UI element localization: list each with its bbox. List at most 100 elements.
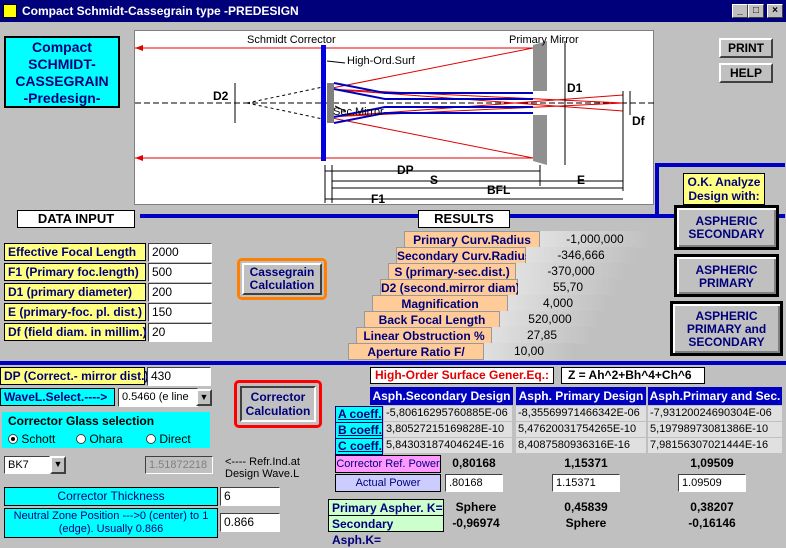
glass-dropdown-arrow-icon[interactable]: ▼ [50,456,66,474]
col-header-secondary: Asph.Secondary Design [370,387,513,405]
sec-coef-a: -5,80616295760885E-06 [384,406,512,421]
k-label-primary: Primary Aspher. K= [328,499,444,516]
corrector-calc-button[interactable]: Corrector Calculation [240,386,316,422]
coef-label-b: B coeff. [335,422,383,439]
result-value-5: 520,000 [500,311,600,328]
bfl-label: BFL [487,183,511,197]
app-icon [3,4,17,18]
thickness-label: Corrector Thickness [4,487,218,506]
cassegrain-calc-line2: Calculation [249,278,315,292]
result-label-1: Secondary Curv.Radius [396,247,532,264]
input-efl[interactable]: 2000 [148,243,212,262]
result-value-2: -370,000 [516,263,626,280]
result-value-6: 27,85 [492,327,592,344]
glass-select[interactable]: BK7 [4,456,50,474]
sec-mirror-label: Sec.Mirror [333,106,384,118]
input-label-df: Df (field diam. in millim.) [4,323,147,341]
divider-vertical [655,163,659,218]
k-pri-primary: 0,45839 [564,500,608,514]
asph-pri-line2: PRIMARY [699,276,754,290]
result-label-0: Primary Curv.Radius [404,231,540,248]
refr-note-line2: Design Wave.L [225,468,300,480]
df-label: Df [632,114,645,128]
input-d1[interactable]: 200 [148,283,212,302]
coef-label-c: C coeff. [335,438,383,455]
asph-both-line3: SECONDARY [688,335,765,349]
optical-diagram: Schmidt Corrector Primary Mirror High-Or… [134,30,655,206]
aspheric-both-button[interactable]: ASPHERIC PRIMARY and SECONDARY [670,301,783,356]
analyze-title: O.K. Analyze Design with: [683,173,765,205]
result-label-6: Linear Obstruction % [356,327,492,344]
print-button[interactable]: PRINT [719,38,773,58]
input-label-efl: Effective Focal Length [4,243,146,261]
ref-power-both: 1,09509 [690,456,734,470]
input-e[interactable]: 150 [148,303,212,322]
analyze-title-line2: Design with: [688,189,760,203]
glass-option-ohara[interactable]: Ohara [76,432,123,446]
maximize-button[interactable]: □ [748,4,764,18]
both-coef-a: -7,93120024690304E-06 [648,406,782,421]
s-label: S [430,173,439,187]
input-f1[interactable]: 500 [148,263,212,282]
k-pri-secondary: Sphere [565,516,607,530]
ref-power-label: Corrector Ref. Power [335,455,441,473]
corrector-calc-line1: Corrector [250,390,306,404]
high-ord-surf-label: High-Ord.Surf [347,55,415,67]
actual-power-both[interactable]: 1.09509 [678,474,746,492]
close-button[interactable]: × [767,4,783,18]
result-label-2: S (primary-sec.dist.) [388,263,516,280]
aspheric-secondary-button[interactable]: ASPHERIC SECONDARY [674,205,779,250]
pri-coef-b: 5,47620031754265E-10 [516,422,646,437]
glass-option-schott-label: Schott [21,432,56,446]
k-sec-secondary: -0,96974 [452,516,500,530]
result-label-4: Magnification [372,295,508,312]
schmidt-corrector-label: Schmidt Corrector [247,34,336,46]
result-label-3: D2 (second.mirror diam) [380,279,520,296]
k-label-secondary: Secondary Asph.K= [328,515,444,547]
analyze-title-line1: O.K. Analyze [687,175,761,189]
glass-selection-title: Corrector Glass selection [8,414,155,428]
d2-label: D2 [213,89,229,103]
asph-sec-line2: SECONDARY [688,227,765,241]
cassegrain-calc-button[interactable]: Cassegrain Calculation [242,263,322,295]
app-title-line4: -Predesign- [23,90,101,106]
refr-note: <---- Refr.Ind.at Design Wave.L [225,456,300,480]
result-value-0: -1,000,000 [540,231,650,248]
refr-note-line1: <---- Refr.Ind.at [225,456,300,468]
primary-mirror-label: Primary Mirror [509,34,579,46]
dp-field-label: DP (Correct.- mirror dist.) [0,367,148,385]
actual-power-pri[interactable]: 1.15371 [552,474,620,492]
app-title-line3: CASSEGRAIN [15,73,109,89]
ref-power-sec: 0,80168 [452,456,496,470]
help-button[interactable]: HELP [719,63,773,83]
neutral-zone-label: Neutral Zone Position --->0 (center) to … [4,508,218,538]
wavel-select[interactable]: 0.5460 (e line [118,388,198,407]
divider-middle [0,361,786,365]
glass-option-ohara-label: Ohara [89,432,123,446]
neutral-zone-input[interactable]: 0.866 [220,513,280,532]
window-titlebar: Compact Schmidt-Cassegrain type -PREDESI… [0,0,786,22]
result-value-3: 55,70 [518,279,618,296]
app-title-box: Compact SCHMIDT- CASSEGRAIN -Predesign- [4,36,120,108]
dp-input[interactable]: 430 [147,367,211,386]
glass-option-schott[interactable]: Schott [8,432,55,446]
k-both-secondary: -0,16146 [688,516,736,530]
both-coef-b: 5,19798973081386E-10 [648,422,782,437]
ref-power-pri: 1,15371 [564,456,608,470]
result-label-5: Back Focal Length [364,311,500,328]
k-sec-primary: Sphere [455,500,497,514]
high-order-title: High-Order Surface Gener.Eq.: [370,367,554,384]
data-input-header: DATA INPUT [17,210,135,228]
aspheric-primary-button[interactable]: ASPHERIC PRIMARY [674,254,779,297]
minimize-button[interactable]: _ [732,4,748,18]
result-value-4: 4,000 [508,295,608,312]
input-df[interactable]: 20 [148,323,212,342]
thickness-input[interactable]: 6 [220,487,280,506]
glass-option-direct[interactable]: Direct [146,432,191,446]
sec-coef-c: 5,84303187404624E-16 [384,438,512,453]
actual-power-sec[interactable]: .80168 [445,474,503,492]
wavel-dropdown-arrow-icon[interactable]: ▼ [196,389,212,406]
col-header-primary: Asph. Primary Design [516,387,646,405]
corrector-calc-line2: Calculation [245,404,311,418]
dp-label: DP [397,163,414,177]
